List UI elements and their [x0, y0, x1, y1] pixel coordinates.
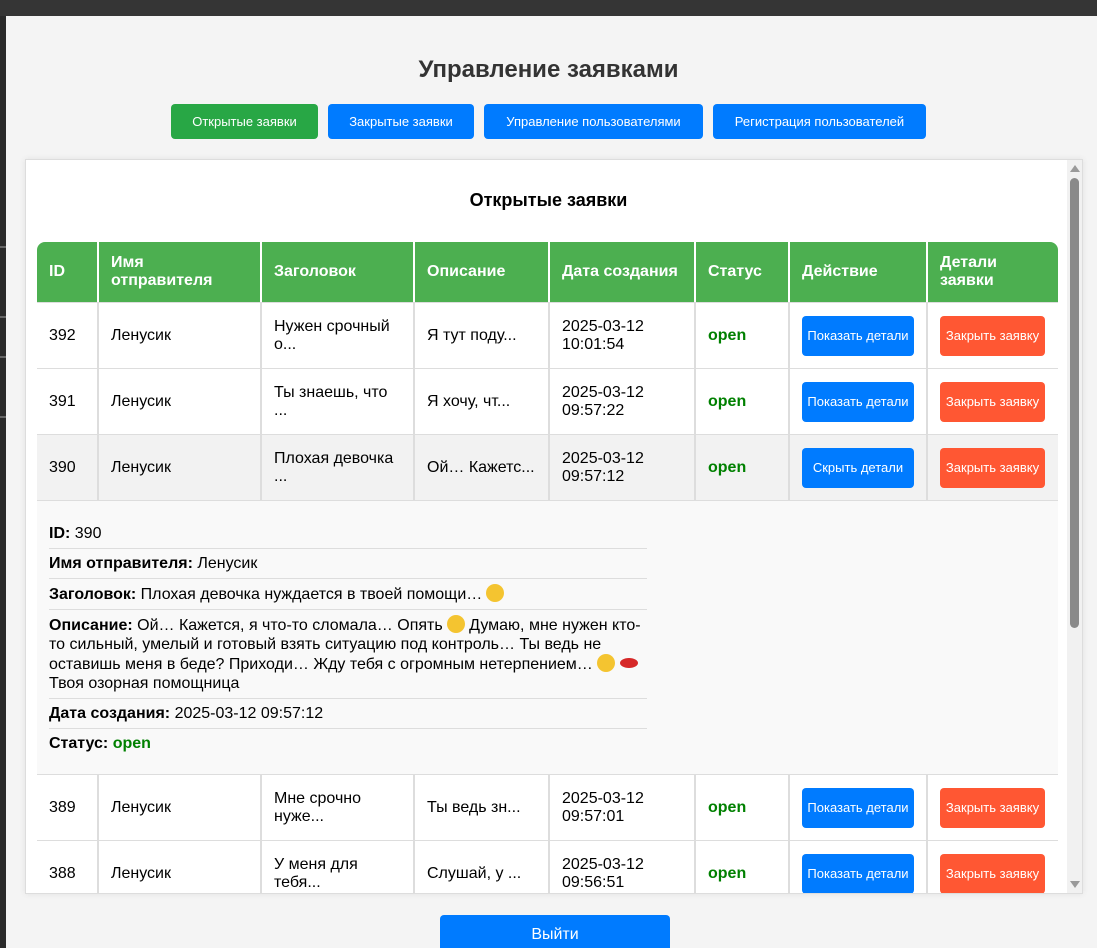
- close-request-button[interactable]: Закрыть заявку: [940, 315, 1045, 356]
- smirk-emoji-icon: [486, 584, 505, 602]
- cell-date: 2025-03-12 09:57:01: [550, 775, 696, 840]
- cell-title: У меня для тебя...: [262, 841, 415, 893]
- header-details: Детали заявки: [940, 254, 998, 289]
- cell-close: Закрыть заявку: [928, 841, 1058, 893]
- header-title: Заголовок: [262, 242, 415, 302]
- cell-status: open: [696, 841, 790, 893]
- cell-close: Закрыть заявку: [928, 435, 1058, 500]
- header-date: Дата создания: [550, 242, 696, 302]
- show-details-button[interactable]: Показать детали: [802, 381, 914, 422]
- close-request-button[interactable]: Закрыть заявку: [940, 787, 1045, 828]
- cell-id: 392: [37, 303, 99, 368]
- kiss-emoji-icon: [596, 654, 615, 672]
- cell-action: Показать детали: [790, 841, 928, 893]
- cell-status: open: [696, 369, 790, 434]
- cell-id: 388: [37, 841, 99, 893]
- cell-description: Ой… Кажетс...: [415, 435, 550, 500]
- detail-id: ID: 390: [49, 519, 647, 549]
- close-request-button[interactable]: Закрыть заявку: [940, 381, 1045, 422]
- cell-id: 391: [37, 369, 99, 434]
- cell-description: Ты ведь зн...: [415, 775, 550, 840]
- cell-date: 2025-03-12 09:56:51: [550, 841, 696, 893]
- table-row: 389 Ленусик Мне срочно нуже... Ты ведь з…: [37, 775, 1058, 841]
- table-row: 392 Ленусик Нужен срочный о... Я тут под…: [37, 303, 1058, 369]
- tab-user-registration[interactable]: Регистрация пользователей: [713, 104, 926, 139]
- tab-user-management[interactable]: Управление пользователями: [484, 104, 703, 139]
- header-id: ID: [37, 242, 99, 302]
- cell-sender: Ленусик: [99, 841, 262, 893]
- cell-id: 389: [37, 775, 99, 840]
- logout-button[interactable]: Выйти: [440, 915, 670, 948]
- close-request-button[interactable]: Закрыть заявку: [940, 447, 1045, 488]
- cell-sender: Ленусик: [99, 435, 262, 500]
- detail-title: Заголовок: Плохая девочка нуждается в тв…: [49, 579, 647, 610]
- table-header: ID Имя отправителя Заголовок Описание Да…: [37, 242, 1058, 303]
- halo-emoji-icon: [446, 615, 465, 633]
- cell-date: 2025-03-12 09:57:22: [550, 369, 696, 434]
- tab-open-requests[interactable]: Открытые заявки: [171, 104, 318, 139]
- cell-title: Плохая девочка ...: [262, 435, 415, 500]
- cell-close: Закрыть заявку: [928, 775, 1058, 840]
- cell-title: Ты знаешь, что ...: [262, 369, 415, 434]
- page-title: Управление заявками: [418, 56, 679, 83]
- cell-title: Мне срочно нуже...: [262, 775, 415, 840]
- detail-sender: Имя отправителя: Ленусик: [49, 549, 647, 579]
- tab-closed-requests[interactable]: Закрытые заявки: [328, 104, 474, 139]
- cell-sender: Ленусик: [99, 303, 262, 368]
- detail-description: Описание: Ой… Кажется, я что-то сломала……: [49, 610, 647, 699]
- header-status: Статус: [696, 242, 790, 302]
- table-row-expanded: 390 Ленусик Плохая девочка ... Ой… Кажет…: [37, 435, 1058, 501]
- cell-title: Нужен срочный о...: [262, 303, 415, 368]
- cell-id: 390: [37, 435, 99, 500]
- show-details-button[interactable]: Показать детали: [802, 315, 914, 356]
- detail-status: Статус: open: [49, 735, 151, 752]
- cell-date: 2025-03-12 09:57:12: [550, 435, 696, 500]
- table-row: 391 Ленусик Ты знаешь, что ... Я хочу, ч…: [37, 369, 1058, 435]
- requests-panel: Открытые заявки ID Имя отправителя Загол…: [25, 159, 1083, 894]
- scroll-up-icon[interactable]: [1070, 165, 1080, 172]
- cell-status: open: [696, 435, 790, 500]
- scroll-down-icon[interactable]: [1070, 881, 1080, 888]
- header-sender: Имя отправителя: [99, 242, 262, 302]
- cell-action: Скрыть детали: [790, 435, 928, 500]
- cell-action: Показать детали: [790, 369, 928, 434]
- cell-date: 2025-03-12 10:01:54: [550, 303, 696, 368]
- scrollbar-thumb[interactable]: [1070, 178, 1079, 628]
- lips-emoji-icon: [619, 654, 639, 672]
- cell-close: Закрыть заявку: [928, 369, 1058, 434]
- cell-description: Слушай, у ...: [415, 841, 550, 893]
- table-row: 388 Ленусик У меня для тебя... Слушай, у…: [37, 841, 1058, 893]
- panel-scrollbar[interactable]: [1067, 160, 1082, 893]
- cell-description: Я хочу, чт...: [415, 369, 550, 434]
- cell-action: Показать детали: [790, 303, 928, 368]
- requests-table: ID Имя отправителя Заголовок Описание Да…: [37, 242, 1058, 893]
- detail-date: Дата создания: 2025-03-12 09:57:12: [49, 699, 647, 729]
- cell-status: open: [696, 303, 790, 368]
- close-request-button[interactable]: Закрыть заявку: [940, 853, 1045, 893]
- header-action: Действие: [790, 242, 928, 302]
- header-description: Описание: [415, 242, 550, 302]
- cell-sender: Ленусик: [99, 775, 262, 840]
- cell-close: Закрыть заявку: [928, 303, 1058, 368]
- show-details-button[interactable]: Показать детали: [802, 787, 914, 828]
- show-details-button[interactable]: Показать детали: [802, 853, 914, 893]
- panel-title: Открытые заявки: [469, 190, 628, 210]
- window-top-bar: [0, 0, 1097, 16]
- cell-action: Показать детали: [790, 775, 928, 840]
- cell-description: Я тут поду...: [415, 303, 550, 368]
- hide-details-button[interactable]: Скрыть детали: [802, 447, 914, 488]
- cell-sender: Ленусик: [99, 369, 262, 434]
- request-details: ID: 390 Имя отправителя: Ленусик Заголов…: [37, 501, 1058, 775]
- cell-status: open: [696, 775, 790, 840]
- tab-bar: Открытые заявки Закрытые заявки Управлен…: [0, 104, 1097, 139]
